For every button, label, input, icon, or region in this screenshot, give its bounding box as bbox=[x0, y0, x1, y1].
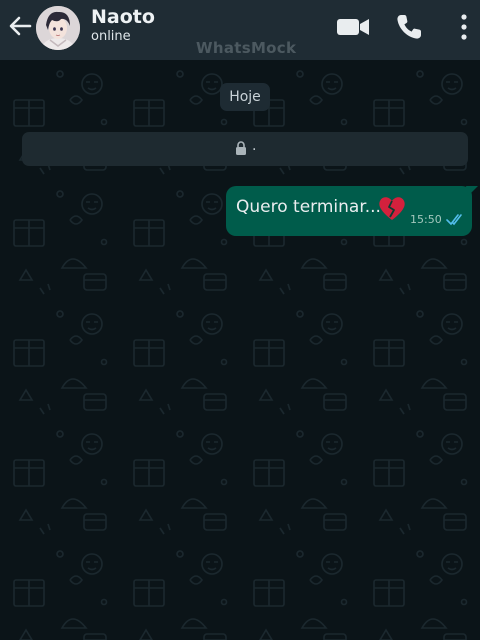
bubble-tail bbox=[466, 186, 478, 196]
chat-header: Naoto online WhatsMock bbox=[0, 0, 480, 60]
app-watermark: WhatsMock bbox=[196, 39, 297, 57]
video-call-icon[interactable] bbox=[336, 12, 370, 42]
read-receipt-icon bbox=[446, 214, 462, 226]
avatar[interactable] bbox=[36, 6, 80, 50]
contact-status: online bbox=[91, 29, 131, 44]
notice-text: . bbox=[252, 138, 257, 154]
avatar-image bbox=[36, 6, 80, 50]
contact-name[interactable]: Naoto bbox=[91, 6, 155, 28]
encryption-notice[interactable]: . bbox=[22, 132, 468, 166]
lock-icon bbox=[236, 141, 246, 155]
broken-heart-icon bbox=[379, 197, 405, 220]
message-time: 15:50 bbox=[410, 213, 442, 226]
phone-call-icon[interactable] bbox=[394, 12, 424, 42]
more-options-icon[interactable] bbox=[455, 12, 473, 42]
date-chip: Hoje bbox=[220, 83, 270, 111]
message-text: Quero terminar... bbox=[236, 197, 381, 217]
outgoing-message[interactable]: Quero terminar... 15:50 bbox=[226, 186, 478, 236]
back-arrow-icon[interactable] bbox=[6, 12, 34, 40]
chat-area[interactable]: Hoje . Quero terminar... 15:50 bbox=[0, 60, 480, 640]
